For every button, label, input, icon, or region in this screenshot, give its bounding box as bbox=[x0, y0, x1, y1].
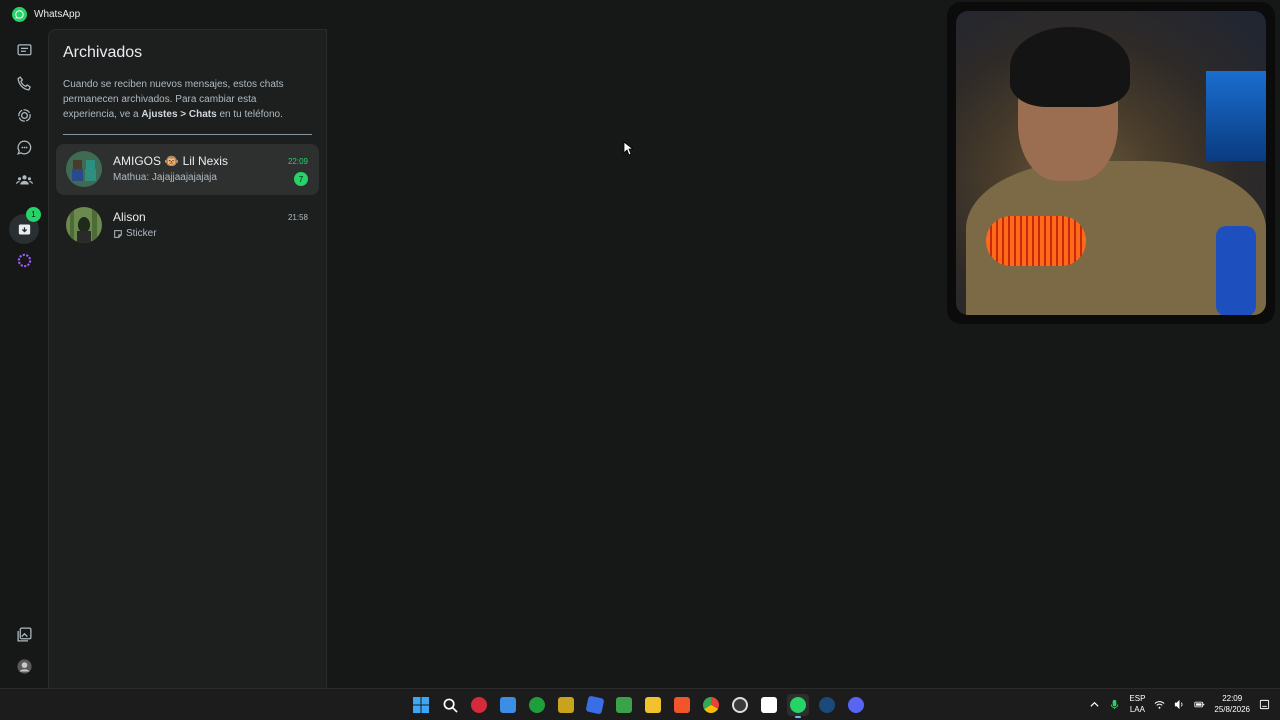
archived-badge: 1 bbox=[26, 207, 41, 222]
microphone-image bbox=[986, 216, 1086, 266]
divider bbox=[63, 134, 312, 135]
chat-item-alison[interactable]: Alison Sticker 21:58 bbox=[56, 200, 319, 251]
calls-icon[interactable] bbox=[12, 71, 36, 95]
steam-icon[interactable] bbox=[816, 694, 838, 716]
taskbar: ESP LAA 22:09 25/8/2026 bbox=[0, 688, 1280, 720]
chat-time: 21:58 bbox=[287, 213, 308, 222]
chat-name: AMIGOS 🐵 Lil Nexis bbox=[113, 154, 228, 168]
mouse-cursor-icon bbox=[623, 141, 635, 161]
minecraft-icon[interactable] bbox=[613, 694, 635, 716]
whatsapp-logo-icon bbox=[12, 7, 27, 22]
archived-icon[interactable]: 1 bbox=[12, 207, 41, 241]
notifications-icon[interactable] bbox=[1259, 699, 1270, 710]
battery-icon[interactable] bbox=[1194, 699, 1205, 710]
profile-avatar[interactable] bbox=[12, 654, 36, 678]
chats-icon[interactable] bbox=[12, 38, 36, 62]
archived-description: Cuando se reciben nuevos mensajes, estos… bbox=[63, 79, 284, 120]
chat-preview: Mathua: Jajajjaajajajaja bbox=[113, 172, 217, 183]
brave-icon[interactable] bbox=[671, 694, 693, 716]
microphone-icon[interactable] bbox=[1109, 699, 1120, 710]
sticker-icon bbox=[114, 229, 122, 238]
chrome-icon[interactable] bbox=[700, 694, 722, 716]
xbox-icon[interactable] bbox=[526, 694, 548, 716]
among-us-icon[interactable] bbox=[555, 694, 577, 716]
communities-icon[interactable] bbox=[12, 167, 36, 191]
search-icon[interactable] bbox=[439, 694, 461, 716]
input-language[interactable]: ESP LAA bbox=[1129, 693, 1145, 715]
wifi-icon[interactable] bbox=[1154, 699, 1165, 710]
settings-path: Ajustes > Chats bbox=[141, 109, 217, 120]
file-explorer-icon[interactable] bbox=[642, 694, 664, 716]
clock[interactable]: 22:09 25/8/2026 bbox=[1214, 693, 1250, 715]
group-avatar bbox=[66, 151, 102, 187]
discord-icon[interactable] bbox=[845, 694, 867, 716]
chat-item-amigos[interactable]: AMIGOS 🐵 Lil Nexis Mathua: Jajajjaajajaj… bbox=[56, 144, 319, 195]
obs-icon[interactable] bbox=[729, 694, 751, 716]
webcam-overlay bbox=[947, 2, 1275, 324]
contact-avatar bbox=[66, 207, 102, 243]
media-gallery-icon[interactable] bbox=[12, 622, 36, 646]
recorder-icon[interactable] bbox=[468, 694, 490, 716]
channels-icon[interactable] bbox=[12, 135, 36, 159]
volume-icon[interactable] bbox=[1174, 699, 1185, 710]
unread-count-badge: 7 bbox=[294, 172, 308, 186]
roblox-icon[interactable] bbox=[584, 694, 606, 716]
chat-time: 22:09 bbox=[287, 157, 308, 166]
store-icon[interactable] bbox=[497, 694, 519, 716]
start-icon[interactable] bbox=[410, 694, 432, 716]
taskbar-apps bbox=[410, 694, 867, 718]
whatsapp-taskbar-icon[interactable] bbox=[787, 694, 809, 718]
nav-rail: 1 bbox=[0, 29, 48, 688]
chat-name: Alison bbox=[113, 210, 146, 224]
chevron-up-icon[interactable] bbox=[1089, 699, 1100, 710]
system-tray: ESP LAA 22:09 25/8/2026 bbox=[1089, 693, 1270, 715]
webcam-video bbox=[956, 11, 1266, 315]
archived-panel: Archivados Cuando se reciben nuevos mens… bbox=[48, 29, 327, 688]
capcut-icon[interactable] bbox=[758, 694, 780, 716]
status-icon[interactable] bbox=[12, 103, 36, 127]
meta-ai-icon[interactable] bbox=[12, 248, 36, 272]
panel-title: Archivados bbox=[63, 44, 143, 61]
app-title: WhatsApp bbox=[34, 9, 81, 20]
chat-preview: Sticker bbox=[113, 228, 157, 239]
